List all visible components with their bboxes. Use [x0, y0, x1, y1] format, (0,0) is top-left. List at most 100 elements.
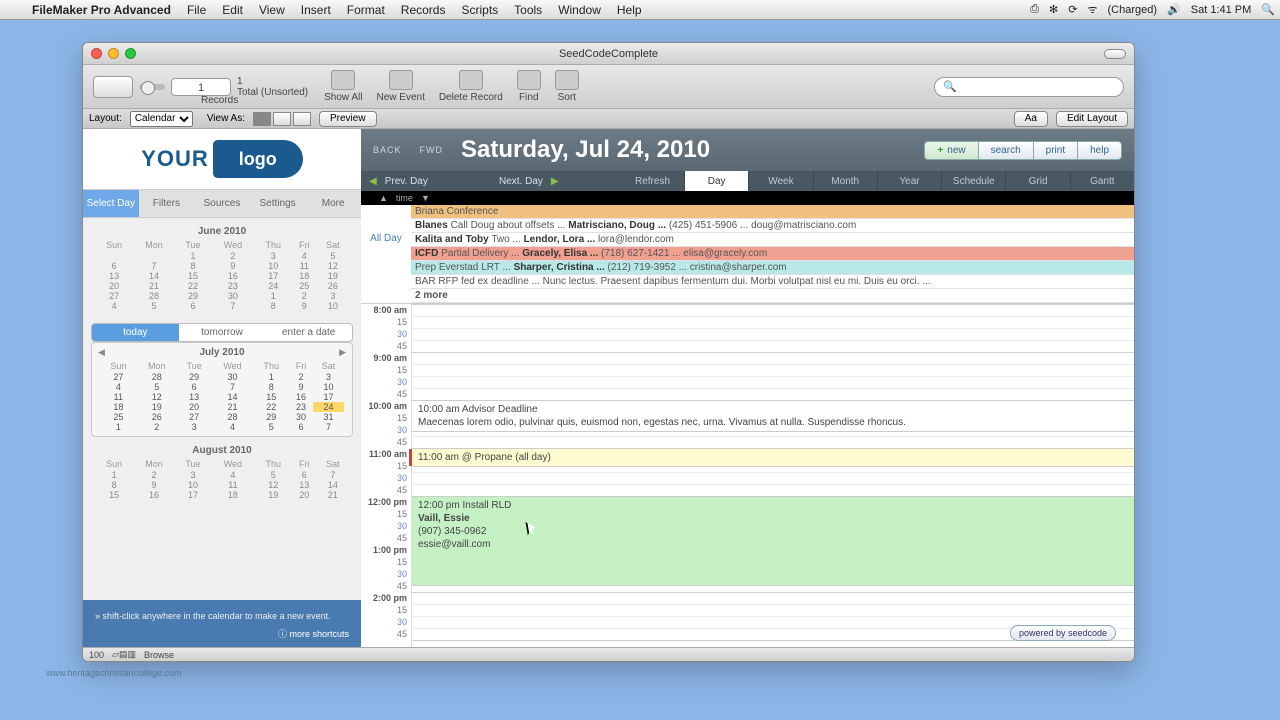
menu-edit[interactable]: Edit: [214, 3, 251, 17]
window-title: SeedCodeComplete: [83, 48, 1134, 60]
layout-select[interactable]: Calendar: [130, 111, 193, 127]
app-window: SeedCodeComplete 1 1 Total (Unsorted) Re…: [82, 42, 1135, 662]
tab-schedule[interactable]: Schedule: [941, 171, 1005, 191]
menu-scripts[interactable]: Scripts: [453, 3, 506, 17]
titlebar[interactable]: SeedCodeComplete: [83, 43, 1134, 65]
menu-view[interactable]: View: [251, 3, 293, 17]
new-event-button[interactable]: New Event: [377, 70, 425, 103]
menu-help[interactable]: Help: [609, 3, 650, 17]
wifi-icon[interactable]: ᯤ: [1082, 2, 1102, 17]
sidebar-tabs: Select Day Filters Sources Settings More: [83, 189, 361, 218]
mode-label[interactable]: Browse: [144, 650, 174, 660]
print-button[interactable]: print: [1034, 141, 1078, 160]
refresh-button[interactable]: Refresh: [621, 171, 684, 191]
tab-day[interactable]: Day: [684, 171, 748, 191]
menu-insert[interactable]: Insert: [293, 3, 339, 17]
tab-settings[interactable]: Settings: [250, 190, 306, 217]
calendar-event[interactable]: 11:00 am @ Propane (all day): [412, 448, 1134, 467]
status-icons[interactable]: ▱▤▥: [112, 649, 136, 660]
view-tabs: ◀ Prev. Day Next. Day ▶ Refresh Day Week…: [361, 171, 1134, 191]
status-icon: ⟳: [1063, 3, 1082, 16]
tab-gantt[interactable]: Gantt: [1070, 171, 1134, 191]
allday-event[interactable]: Kalita and Toby Two ... Lendor, Lora ...…: [411, 233, 1134, 247]
sidebar: YOUR logo Select Day Filters Sources Set…: [83, 129, 361, 647]
clock[interactable]: Sat 1:41 PM: [1186, 4, 1257, 16]
next-day-icon[interactable]: ▶: [551, 176, 559, 187]
allday-label: All Day: [361, 205, 411, 303]
menu-records[interactable]: Records: [393, 3, 454, 17]
next-day-button[interactable]: Next. Day: [499, 176, 543, 187]
show-all-button[interactable]: Show All: [324, 70, 362, 103]
minical-august[interactable]: August 2010 SunMonTueWedThuFriSat1234567…: [83, 437, 361, 508]
allday-event[interactable]: Blanes Call Doug about offsets ... Matri…: [411, 219, 1134, 233]
prev-day-icon[interactable]: ◀: [369, 176, 377, 187]
watermark: www.heritagechristiancollege.com: [46, 668, 182, 678]
calendar-header: BACK FWD Saturday, Jul 24, 2010 new sear…: [361, 129, 1134, 171]
minical-june[interactable]: June 2010 SunMonTueWedThuFriSat123456789…: [83, 218, 361, 319]
next-month-icon[interactable]: ▶: [339, 347, 346, 358]
calendar-event[interactable]: 10:00 am Advisor DeadlineMaecenas lorem …: [412, 400, 1134, 432]
today-button[interactable]: today: [92, 324, 179, 341]
enter-date-button[interactable]: enter a date: [265, 324, 352, 341]
volume-icon[interactable]: 🔊: [1162, 3, 1186, 16]
menu-format[interactable]: Format: [339, 3, 393, 17]
record-number-field[interactable]: 1: [171, 78, 231, 96]
toolbar-toggle-icon[interactable]: [1104, 49, 1126, 59]
record-sort-status: Total (Unsorted): [237, 87, 308, 98]
zoom-level[interactable]: 100: [89, 650, 104, 660]
powered-by-badge[interactable]: powered by seedcode: [1010, 625, 1116, 641]
allday-event[interactable]: BAR RFP fed ex deadline ... Nunc lectus.…: [411, 275, 1134, 289]
allday-event[interactable]: Briana Conference: [411, 205, 1134, 219]
status-icon: ✻: [1044, 3, 1063, 16]
menu-tools[interactable]: Tools: [506, 3, 550, 17]
viewas-label: View As:: [207, 113, 245, 124]
tab-select-day[interactable]: Select Day: [83, 190, 139, 217]
tab-month[interactable]: Month: [813, 171, 877, 191]
layout-strip: Layout: Calendar View As: Preview Aa Edi…: [83, 109, 1134, 129]
tab-week[interactable]: Week: [748, 171, 812, 191]
tab-year[interactable]: Year: [877, 171, 941, 191]
search-input[interactable]: 🔍: [934, 77, 1124, 97]
app-name[interactable]: FileMaker Pro Advanced: [24, 3, 179, 17]
prev-month-icon[interactable]: ◀: [98, 347, 105, 358]
tab-grid[interactable]: Grid: [1005, 171, 1069, 191]
sort-button[interactable]: Sort: [555, 70, 579, 103]
view-as-toggle[interactable]: [253, 112, 311, 126]
current-date: Saturday, Jul 24, 2010: [461, 136, 924, 164]
hint-text: » shift-click anywhere in the calendar t…: [95, 610, 349, 623]
day-grid[interactable]: 8:00 am1530459:00 am15304510:00 am153045…: [361, 304, 1134, 647]
find-button[interactable]: Find: [517, 70, 541, 103]
preview-button[interactable]: Preview: [319, 111, 377, 127]
fwd-button[interactable]: FWD: [420, 145, 444, 155]
more-shortcuts-link[interactable]: ⓘ more shortcuts: [95, 628, 349, 641]
minical-july[interactable]: ◀ ▶ July 2010 SunMonTueWedThuFriSat27282…: [91, 342, 353, 437]
logo: YOUR logo: [83, 129, 361, 189]
main-view: BACK FWD Saturday, Jul 24, 2010 new sear…: [361, 129, 1134, 647]
hints-panel: » shift-click anywhere in the calendar t…: [83, 600, 361, 647]
help-button[interactable]: help: [1078, 141, 1122, 160]
menu-file[interactable]: File: [179, 3, 214, 17]
record-nav-buttons[interactable]: [93, 76, 133, 98]
back-button[interactable]: BACK: [373, 145, 402, 155]
delete-record-button[interactable]: Delete Record: [439, 70, 503, 103]
search-button[interactable]: search: [979, 141, 1034, 160]
prev-day-button[interactable]: Prev. Day: [385, 176, 428, 187]
layout-label: Layout:: [89, 113, 122, 124]
tab-filters[interactable]: Filters: [139, 190, 195, 217]
battery-label: (Charged): [1103, 4, 1163, 16]
edit-layout-button[interactable]: Edit Layout: [1056, 111, 1128, 127]
aa-button[interactable]: Aa: [1014, 111, 1048, 127]
record-slider[interactable]: [139, 84, 165, 90]
allday-event[interactable]: Prep Everstad LRT ... Sharper, Cristina …: [411, 261, 1134, 275]
tomorrow-button[interactable]: tomorrow: [179, 324, 266, 341]
menu-window[interactable]: Window: [550, 3, 609, 17]
time-header[interactable]: ▲time▼: [361, 191, 1134, 205]
allday-event[interactable]: 2 more: [411, 289, 1134, 303]
calendar-event[interactable]: 12:00 pm Install RLDVaill, Essie(907) 34…: [412, 496, 1134, 586]
allday-event[interactable]: ICFD Partial Delivery ... Gracely, Elisa…: [411, 247, 1134, 261]
new-button[interactable]: new: [924, 141, 978, 160]
tab-more[interactable]: More: [305, 190, 361, 217]
spotlight-icon[interactable]: 🔍: [1256, 3, 1280, 16]
tab-sources[interactable]: Sources: [194, 190, 250, 217]
mac-menubar: FileMaker Pro Advanced File Edit View In…: [0, 0, 1280, 20]
